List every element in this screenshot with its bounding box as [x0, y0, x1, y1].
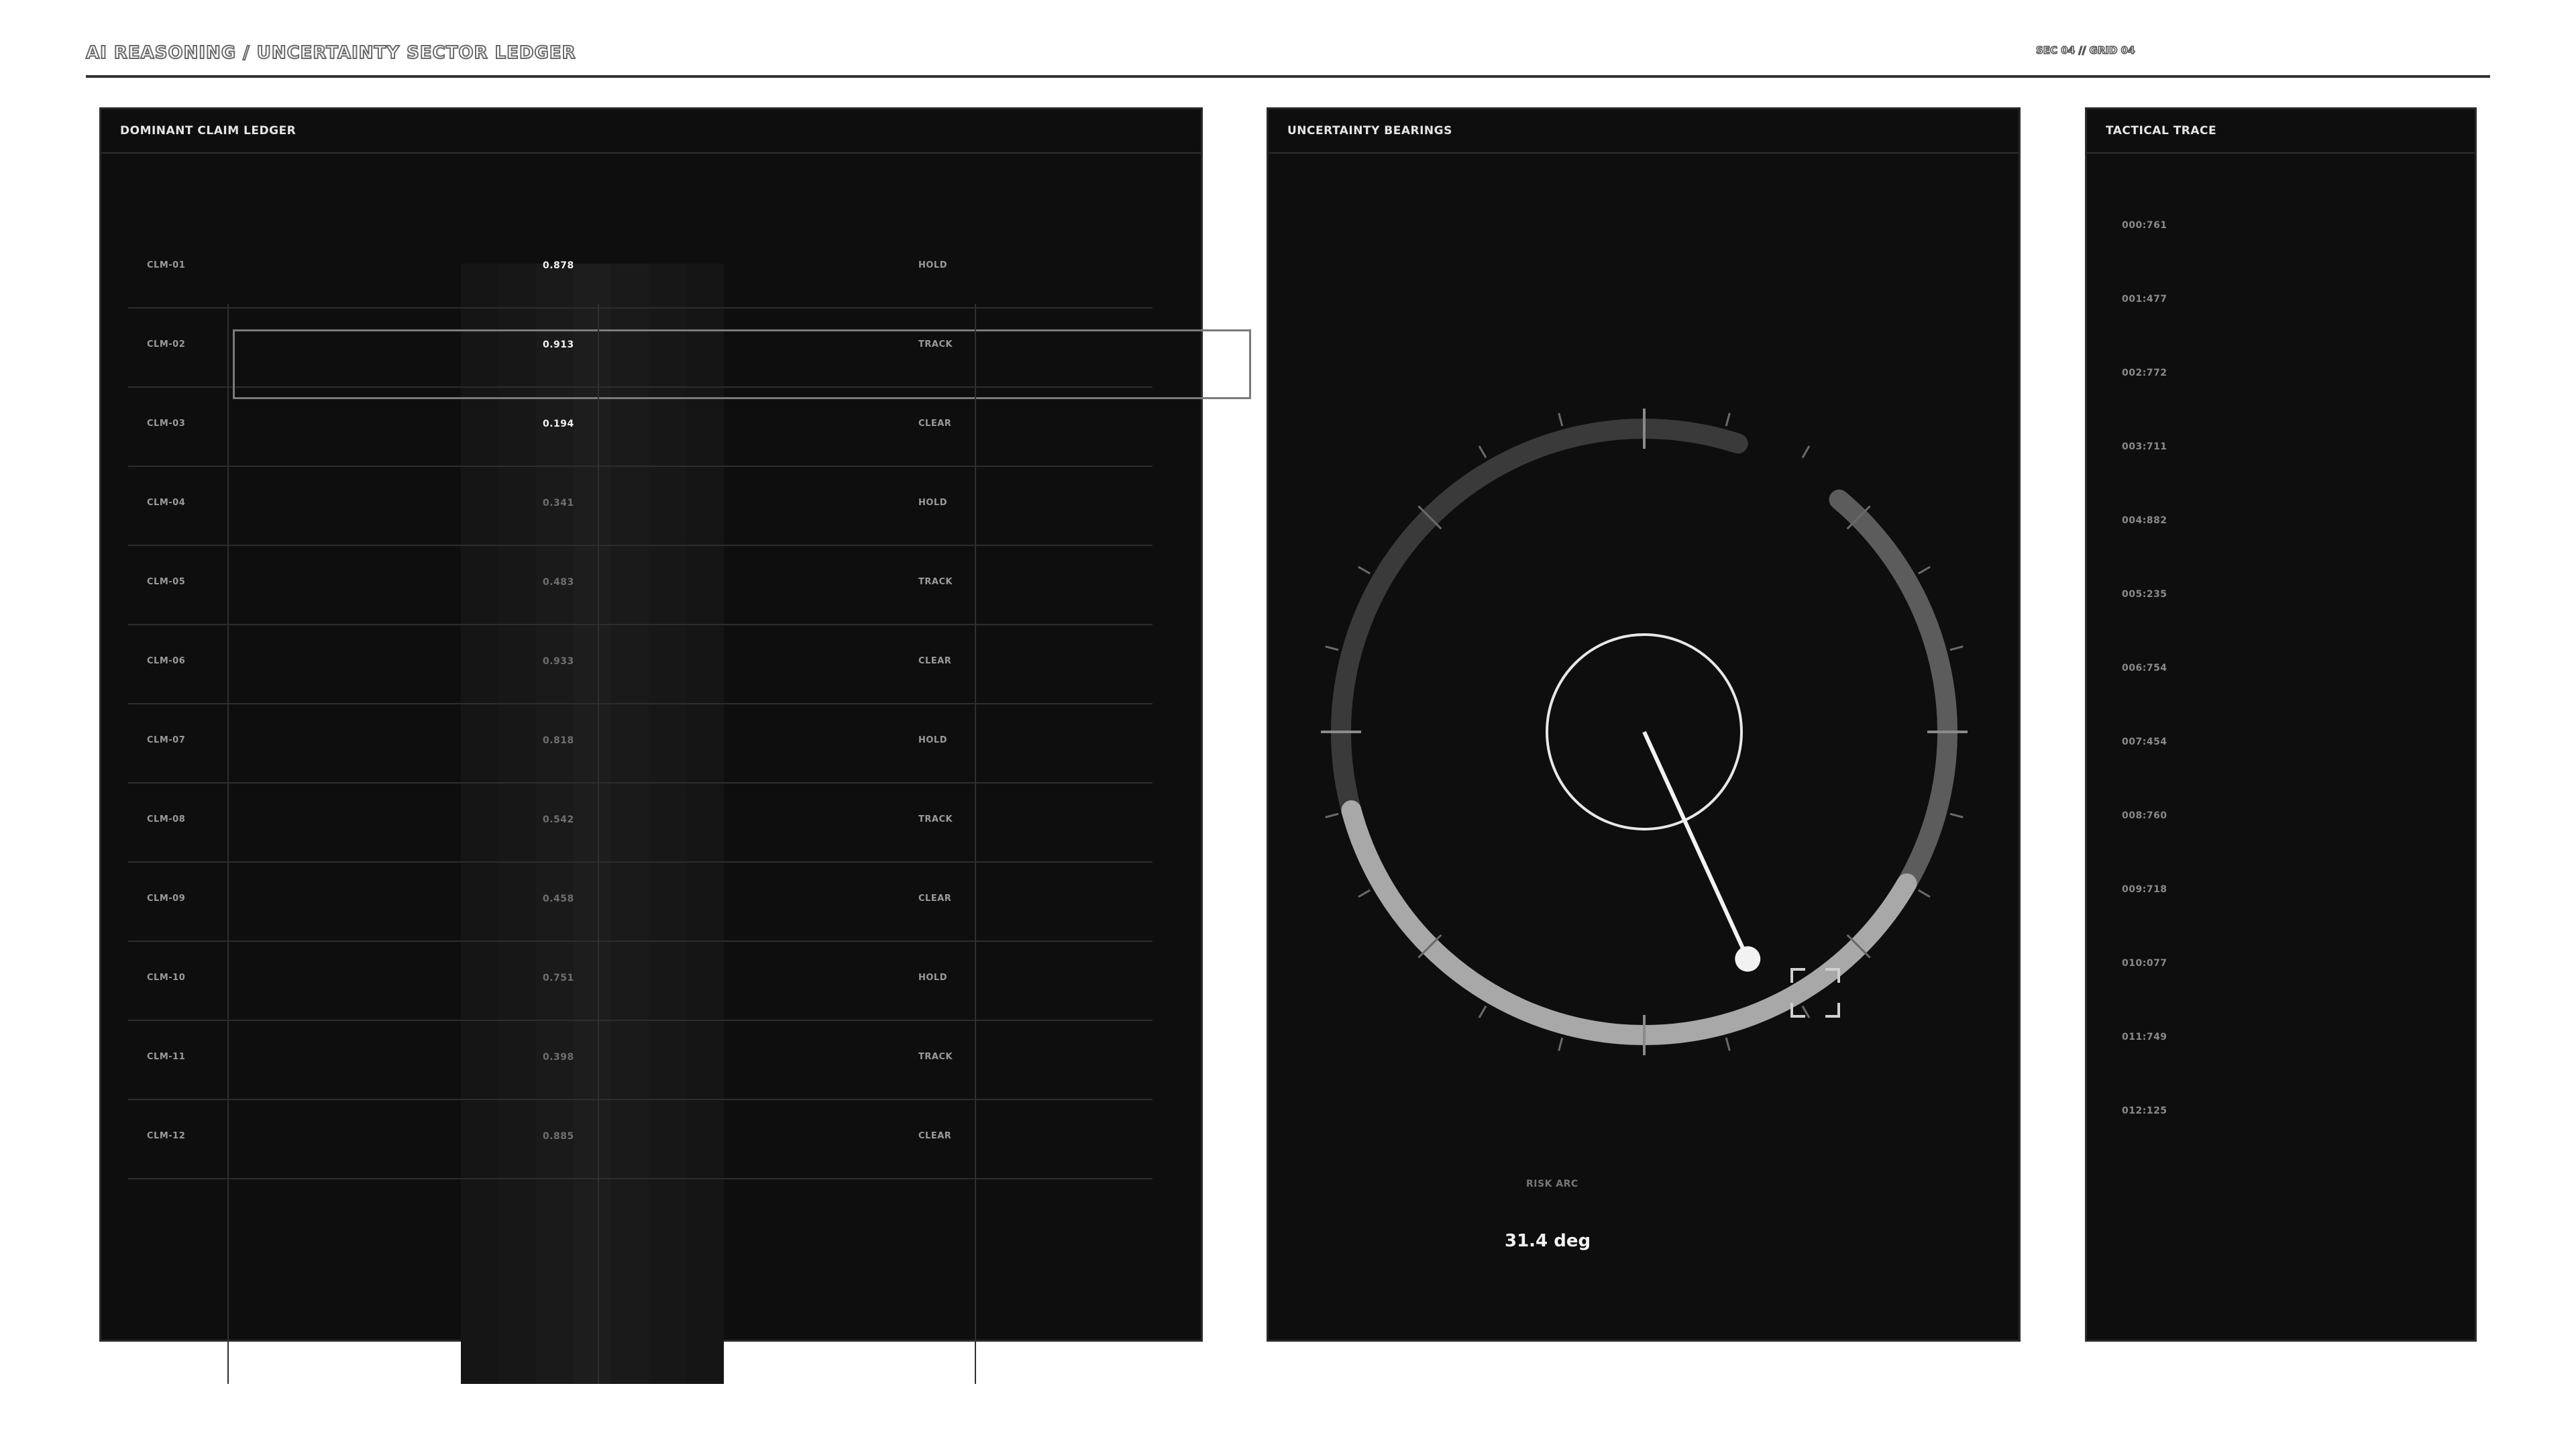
- header-divider: [86, 75, 2490, 78]
- claim-status: CLEAR: [918, 656, 952, 666]
- column-divider: [975, 304, 976, 1384]
- trace-entry: 003:711: [2122, 441, 2167, 452]
- dial-tick: [1325, 812, 1339, 818]
- dial-tick: [1725, 1037, 1731, 1051]
- needle-handle[interactable]: [1735, 946, 1761, 972]
- table-row[interactable]: CLM-09 0.458 CLEAR: [128, 863, 1152, 942]
- claim-status: TRACK: [918, 1052, 953, 1062]
- dial-tick: [1725, 413, 1731, 427]
- bearing-needle: [1642, 731, 1750, 960]
- claim-id: CLM-10: [147, 973, 186, 983]
- risk-arc-label: RISK ARC: [1526, 1179, 1578, 1189]
- claim-id: CLM-02: [147, 339, 186, 350]
- dial-tick: [1558, 413, 1564, 427]
- selected-row-outline: [233, 329, 1251, 399]
- table-row[interactable]: CLM-10 0.751 HOLD: [128, 942, 1152, 1021]
- claim-id: CLM-07: [147, 735, 186, 745]
- table-row[interactable]: CLM-05 0.483 TRACK: [128, 546, 1152, 625]
- table-row[interactable]: CLM-06 0.933 CLEAR: [128, 625, 1152, 704]
- dial-tick: [1478, 445, 1487, 458]
- trace-entry: 010:077: [2122, 958, 2167, 969]
- claim-status: TRACK: [918, 577, 953, 587]
- claim-id: CLM-01: [147, 260, 186, 270]
- risk-arc-value: 31.4 deg: [1505, 1231, 1591, 1251]
- claim-id: CLM-04: [147, 498, 186, 508]
- bearing-dial: [1321, 409, 1968, 1055]
- trace-title: TACTICAL TRACE: [2087, 109, 2475, 154]
- trace-entry: 002:772: [2122, 368, 2167, 378]
- row-divider: [128, 1178, 1152, 1179]
- claim-id: CLM-03: [147, 419, 186, 429]
- claim-score: 0.885: [543, 1131, 574, 1142]
- uncertainty-arc-dark: [1331, 419, 1748, 871]
- claim-score: 0.933: [543, 656, 574, 667]
- claim-score: 0.542: [543, 814, 574, 825]
- uncertainty-bearings-panel: UNCERTAINTY BEARINGS RISK ARC 31.4 deg: [1267, 107, 2021, 1342]
- dial-tick: [1918, 889, 1931, 898]
- claim-ledger-panel: DOMINANT CLAIM LEDGER CLM-01 0.878 HOLD CLM…: [99, 107, 1251, 1384]
- trace-entry: 007:454: [2122, 737, 2167, 747]
- table-row[interactable]: CLM-03 0.194 CLEAR: [128, 388, 1152, 467]
- trace-entry: 009:718: [2122, 884, 2167, 895]
- claim-id: CLM-12: [147, 1131, 186, 1141]
- table-row[interactable]: CLM-04 0.341 HOLD: [128, 467, 1152, 546]
- tactical-trace-panel: TACTICAL TRACE 000:761 001:477 002:772 003:…: [2085, 107, 2477, 1342]
- claim-score: 0.751: [543, 973, 574, 983]
- dial-tick: [1949, 645, 1964, 651]
- claim-score: 0.878: [543, 260, 574, 271]
- claim-id: CLM-08: [147, 814, 186, 824]
- trace-entry: 006:754: [2122, 663, 2167, 674]
- table-row[interactable]: CLM-01 0.878 HOLD: [128, 229, 1152, 309]
- claim-status: CLEAR: [918, 419, 952, 429]
- dial-tick: [1358, 566, 1371, 575]
- table-row[interactable]: CLM-08 0.542 TRACK: [128, 784, 1152, 863]
- dial-tick: [1358, 889, 1371, 898]
- dial-tick: [1801, 445, 1811, 458]
- claim-status: HOLD: [918, 260, 948, 270]
- trace-entry: 005:235: [2122, 589, 2167, 600]
- trace-entry: 001:477: [2122, 294, 2167, 305]
- claim-status: HOLD: [918, 735, 948, 745]
- table-row[interactable]: CLM-12 0.885 CLEAR: [128, 1100, 1152, 1179]
- trace-entry: 008:760: [2122, 810, 2167, 821]
- risk-arc-light: [1341, 800, 1917, 1045]
- dial-tick: [1325, 645, 1339, 651]
- trace-entry: 011:749: [2122, 1032, 2167, 1042]
- table-row[interactable]: CLM-07 0.818 HOLD: [128, 704, 1152, 784]
- trace-entry: 004:882: [2122, 515, 2167, 526]
- ledger-title: DOMINANT CLAIM LEDGER: [101, 109, 1201, 154]
- claim-score: 0.483: [543, 577, 574, 588]
- claim-status: CLEAR: [918, 1131, 952, 1141]
- column-divider: [227, 304, 229, 1384]
- claim-score: 0.398: [543, 1052, 574, 1063]
- table-row[interactable]: CLM-11 0.398 TRACK: [128, 1021, 1152, 1100]
- claim-id: CLM-05: [147, 577, 186, 587]
- page-title: AI REASONING / UNCERTAINTY SECTOR LEDGER: [85, 42, 576, 64]
- claim-status: CLEAR: [918, 894, 952, 904]
- claim-id: CLM-11: [147, 1052, 186, 1062]
- claim-status: HOLD: [918, 498, 948, 508]
- claim-score: 0.194: [543, 419, 574, 429]
- dial-tick: [1558, 1037, 1564, 1051]
- claim-score: 0.458: [543, 894, 574, 904]
- claim-score: 0.818: [543, 735, 574, 746]
- column-divider: [598, 304, 599, 1384]
- page-meta: SEC 04 // GRID 04: [2035, 44, 2135, 57]
- claim-id: CLM-06: [147, 656, 186, 666]
- claim-status: HOLD: [918, 973, 948, 983]
- dial-tick: [1918, 566, 1931, 575]
- dial-tick: [1949, 812, 1964, 818]
- trace-entry: 012:125: [2122, 1106, 2167, 1116]
- trace-entry: 000:761: [2122, 220, 2167, 231]
- dial-tick: [1478, 1006, 1487, 1018]
- claim-score: 0.341: [543, 498, 574, 508]
- claim-status: TRACK: [918, 814, 953, 824]
- claim-id: CLM-09: [147, 894, 186, 904]
